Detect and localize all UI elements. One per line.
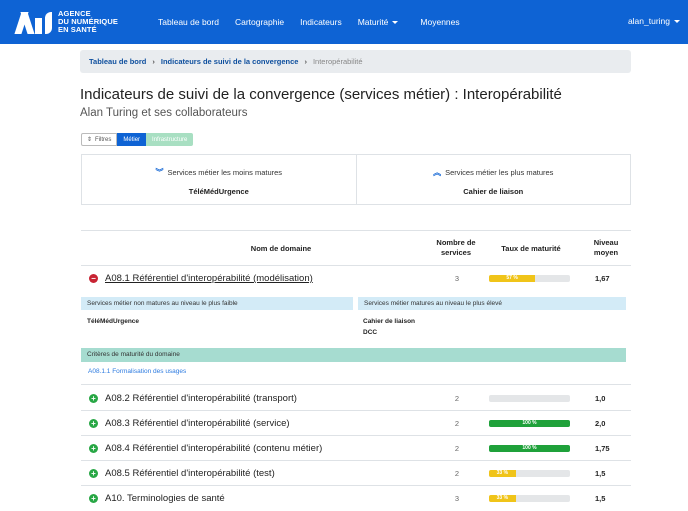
maturity-fill: 100 % <box>489 445 570 452</box>
summary-card: ︾ Services métier les moins matures TéléM… <box>81 154 631 205</box>
nav-moyennes[interactable]: Moyennes <box>420 17 459 27</box>
non-mature-header: Services métier non matures au niveau le… <box>81 297 353 310</box>
table-row[interactable]: + A08.5 Référentiel d'interopérabilité (… <box>81 461 631 486</box>
service-count: 2 <box>454 469 460 478</box>
navbar: AGENCE DU NUMÉRIQUE EN SANTÉ Tableau de … <box>0 0 688 44</box>
caret-down-icon <box>392 21 399 25</box>
breadcrumb-chevron-icon: › <box>152 57 155 66</box>
breadcrumb-tableau-de-bord[interactable]: Tableau de bord <box>89 57 146 66</box>
service-count: 3 <box>454 274 460 283</box>
expand-icon[interactable]: + <box>89 419 98 428</box>
maturity-fill: 33 % <box>489 470 516 477</box>
user-menu[interactable]: alan_turing <box>628 16 680 26</box>
expand-icon[interactable]: + <box>89 469 98 478</box>
header-avg: Niveau moyen <box>593 238 619 257</box>
expand-icon[interactable]: + <box>89 494 98 503</box>
nav-maturite-dropdown[interactable]: Maturité <box>358 17 399 27</box>
maturity-fill: 57 % <box>489 275 536 282</box>
table-row[interactable]: − A08.1 Référentiel d'interopérabilité (… <box>81 266 631 291</box>
metier-toggle[interactable]: Métier <box>117 133 147 146</box>
average-level: 1,0 <box>595 394 606 403</box>
least-mature-label: Services métier les moins matures <box>167 168 283 177</box>
least-mature-panel: ︾ Services métier les moins matures TéléM… <box>82 155 356 204</box>
nav-indicateurs[interactable]: Indicateurs <box>300 17 342 27</box>
logo-text: AGENCE DU NUMÉRIQUE EN SANTÉ <box>58 9 118 34</box>
average-level: 1,67 <box>595 274 610 283</box>
caret-down-icon <box>674 20 680 24</box>
mature-list: Cahier de liaison DCC <box>363 318 416 336</box>
table-row[interactable]: + A08.3 Référentiel d'interopérabilité (… <box>81 411 631 436</box>
maturity-bar: 100 % <box>489 445 570 452</box>
ans-logo[interactable]: AGENCE DU NUMÉRIQUE EN SANTÉ <box>14 9 118 34</box>
double-chevron-up-icon: ︽ <box>433 168 442 177</box>
expand-icon[interactable]: + <box>89 394 98 403</box>
most-mature-panel: ︽ Services métier les plus matures Cahier… <box>355 155 631 204</box>
breadcrumb-current: Interopérabilité <box>312 57 363 66</box>
maturity-bar: 33 % <box>489 495 570 502</box>
service-count: 2 <box>454 444 460 453</box>
non-mature-list: TéléMédUrgence <box>87 318 140 325</box>
service-count: 3 <box>454 494 460 503</box>
mature-header: Services métier matures au niveau le plu… <box>358 297 626 310</box>
average-level: 2,0 <box>595 419 606 428</box>
double-chevron-down-icon: ︾ <box>155 168 164 177</box>
service-count: 2 <box>454 394 460 403</box>
domain-name[interactable]: A08.1 Référentiel d'interopérabilité (mo… <box>105 273 313 284</box>
divider <box>81 384 631 385</box>
least-mature-value: TéléMédUrgence <box>188 187 249 196</box>
breadcrumb-indicateurs[interactable]: Indicateurs de suivi de la convergence <box>161 57 299 66</box>
maturity-fill: 100 % <box>489 420 570 427</box>
most-mature-label: Services métier les plus matures <box>445 168 554 177</box>
nav-tableau-de-bord[interactable]: Tableau de bord <box>158 17 219 27</box>
table-row[interactable]: + A08.4 Référentiel d'interopérabilité (… <box>81 436 631 461</box>
average-level: 1,5 <box>595 494 606 503</box>
header-domain: Nom de domaine <box>250 244 312 253</box>
domain-name[interactable]: A08.3 Référentiel d'interopérabilité (se… <box>105 418 290 429</box>
domain-name[interactable]: A08.4 Référentiel d'interopérabilité (co… <box>105 443 322 454</box>
nav-cartographie[interactable]: Cartographie <box>235 17 284 27</box>
maturity-bar <box>489 395 570 402</box>
ans-logo-icon <box>14 10 52 34</box>
sliders-icon: ⇕ <box>87 137 93 143</box>
average-level: 1,75 <box>595 444 610 453</box>
table-row[interactable]: + A10. Terminologies de santé 3 33 % 1,5 <box>81 486 631 511</box>
maturity-bar: 100 % <box>489 420 570 427</box>
header-count: Nombre de services <box>436 238 476 257</box>
infrastructure-toggle[interactable]: Infrastructure <box>146 133 194 146</box>
filter-group: ⇕ Filtres Métier Infrastructure <box>81 133 194 146</box>
breadcrumb-chevron-icon: › <box>304 57 307 66</box>
service-count: 2 <box>454 419 460 428</box>
domain-name[interactable]: A10. Terminologies de santé <box>105 493 225 504</box>
maturity-fill: 33 % <box>489 495 516 502</box>
maturity-bar: 57 % <box>489 275 570 282</box>
criteria-header: Critères de maturité du domaine <box>81 348 626 362</box>
header-rate: Taux de maturité <box>501 244 561 253</box>
page-title: Indicateurs de suivi de la convergence (… <box>80 86 562 103</box>
criteria-link[interactable]: A08.1.1 Formalisation des usages <box>88 368 186 375</box>
maturity-bar: 33 % <box>489 470 570 477</box>
domain-name[interactable]: A08.2 Référentiel d'interopérabilité (tr… <box>105 393 297 404</box>
table-row[interactable]: + A08.2 Référentiel d'interopérabilité (… <box>81 386 631 411</box>
breadcrumb: Tableau de bord › Indicateurs de suivi d… <box>80 50 631 73</box>
collapse-icon[interactable]: − <box>89 274 98 283</box>
domain-name[interactable]: A08.5 Référentiel d'interopérabilité (te… <box>105 468 275 479</box>
expand-icon[interactable]: + <box>89 444 98 453</box>
most-mature-value: Cahier de liaison <box>463 187 524 196</box>
average-level: 1,5 <box>595 469 606 478</box>
table-header: Nom de domaine Nombre de services Taux de… <box>81 230 631 266</box>
filters-button[interactable]: ⇕ Filtres <box>81 133 118 146</box>
page-subtitle: Alan Turing et ses collaborateurs <box>80 107 248 119</box>
